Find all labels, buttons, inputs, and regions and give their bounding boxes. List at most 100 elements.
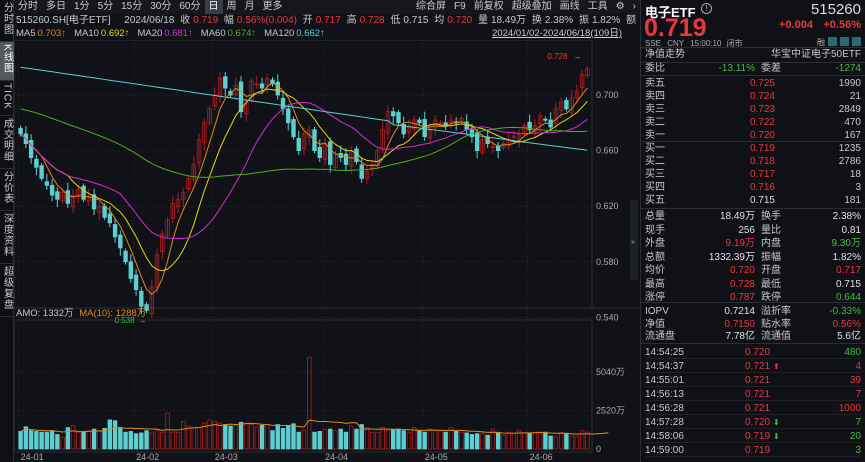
stat-value: 7.78亿	[725, 331, 755, 342]
toolbar-tool-button[interactable]: 工具	[584, 0, 612, 14]
stat-label: 流通盘	[645, 331, 675, 342]
period-tab[interactable]: 周	[223, 0, 241, 14]
bid-row[interactable]: 买一 0.719 1235	[645, 142, 861, 155]
period-tab[interactable]: 更多	[259, 0, 287, 14]
bid-row[interactable]: 买五 0.715 181	[645, 194, 861, 207]
period-tab[interactable]: 分时	[14, 0, 42, 14]
candle-body	[223, 76, 228, 89]
volume-bar	[175, 431, 181, 450]
volume-bar	[558, 431, 564, 450]
tick-time: 14:56:28	[645, 403, 684, 414]
volume-bar	[212, 421, 217, 450]
ma-label: MA5	[16, 28, 36, 39]
ma-value: 0.681↑	[164, 28, 193, 39]
stat-label: 现手	[645, 224, 665, 236]
side-tab[interactable]: 超级复盘	[0, 264, 14, 318]
ask-row[interactable]: 卖二 0.722 470	[645, 116, 861, 129]
avg-label: 均	[434, 15, 445, 26]
period-tab[interactable]: 60分	[175, 0, 204, 14]
toolbar-tool-button[interactable]: 综合屏	[412, 0, 450, 14]
volume-bar	[191, 427, 196, 450]
tick-time: 14:54:37	[645, 361, 684, 372]
candle-body	[139, 290, 144, 307]
candle-body	[259, 83, 265, 89]
divider	[641, 302, 865, 303]
kline-chart[interactable]: 0.700 0.660 0.620 0.580 0.540 24-01 24-02 24-03…	[14, 40, 640, 462]
stat-value: 0.717	[835, 265, 861, 276]
bid-row[interactable]: 买二 0.718 2786	[645, 155, 861, 168]
volume-bar	[422, 431, 427, 450]
volume-bar	[296, 431, 301, 450]
volume-bar	[328, 428, 333, 450]
ask-row[interactable]: 卖三 0.723 2849	[645, 103, 861, 116]
volume-bar	[286, 424, 291, 450]
volume-bar	[49, 430, 55, 450]
info-icon[interactable]: !	[701, 3, 712, 14]
candle-body	[317, 146, 322, 158]
tick-row: 14:54:25 0.720 480	[645, 346, 861, 359]
arrow-up-icon: ⬆	[773, 362, 780, 371]
volume-bar	[270, 430, 275, 450]
tick-price: 0.720	[745, 417, 771, 428]
volume-bar	[532, 431, 538, 450]
x-tick-label: 24-02	[136, 452, 159, 462]
turn-value: 2.38%	[544, 15, 574, 26]
side-tab[interactable]: K线图	[0, 42, 14, 81]
toolbar-tool-button[interactable]: 超级叠加	[508, 0, 556, 14]
side-tab[interactable]: 深度资料	[0, 211, 14, 265]
date-range-selector[interactable]: 2024/01/02-2024/06/18(109日)	[492, 28, 622, 40]
period-tab[interactable]: 月	[241, 0, 259, 14]
volume-bar	[343, 431, 349, 450]
volume-bar	[60, 437, 65, 450]
side-tab[interactable]: 分价表	[0, 169, 14, 212]
nav-trend-link[interactable]: 净值走势	[645, 48, 771, 61]
period-tab[interactable]: 1分	[70, 0, 94, 14]
arrow-down-icon: ⬇	[773, 432, 780, 441]
ma-label: MA10	[74, 28, 99, 39]
period-tab[interactable]: 日	[204, 0, 223, 14]
toolbar-tool-button[interactable]: 前复权	[470, 0, 508, 14]
plus-icon[interactable]	[852, 37, 861, 46]
toolbar-tool-button[interactable]: F9	[450, 0, 470, 14]
volume-bar	[128, 431, 134, 450]
period-tab[interactable]: 30分	[146, 0, 175, 14]
period-tab[interactable]: 15分	[117, 0, 146, 14]
stat-row: 总量 18.49万 换手 2.38%	[645, 210, 861, 223]
side-tab[interactable]: 成交明细	[0, 116, 14, 170]
stat-label: IOPV	[645, 306, 669, 317]
stat-label: 外盘	[645, 238, 665, 249]
stat-label: 内盘	[761, 238, 781, 249]
tick-row: 14:58:06 0.719 ⬇ 20	[645, 430, 861, 443]
tick-volume: 7	[855, 389, 861, 400]
volume-bar	[485, 434, 490, 450]
candle-body	[18, 127, 23, 135]
side-tab[interactable]: TICK	[0, 81, 14, 117]
level-volume: 21	[849, 91, 861, 102]
stat-value: 0.720	[729, 265, 755, 276]
circle-icon[interactable]	[840, 37, 849, 46]
stat-row: 外盘 9.19万 内盘 9.30万	[645, 237, 861, 250]
chg-label: 幅	[223, 15, 234, 26]
side-tab[interactable]: 分时图	[0, 0, 14, 42]
settings-gear-icon[interactable]: ⚙	[612, 0, 629, 14]
ma-line-ma5	[20, 82, 588, 296]
volume-bar	[249, 424, 254, 450]
volume-bar	[464, 432, 469, 450]
stat-value: 9.30万	[831, 238, 861, 249]
candle-body	[391, 111, 396, 117]
chevron-right-icon[interactable]: ›	[629, 0, 640, 14]
pencil-icon[interactable]	[828, 37, 837, 46]
period-tab[interactable]: 多日	[42, 0, 70, 14]
toolbar-tool-button[interactable]: 画线	[556, 0, 584, 14]
side-tab-label: 深度资料	[1, 213, 13, 258]
ask-row[interactable]: 卖五 0.725 1990	[645, 77, 861, 90]
bid-row[interactable]: 买三 0.717 18	[645, 168, 861, 181]
amo-value: AMO: 1332万	[16, 308, 74, 319]
bid-row[interactable]: 买四 0.716 3	[645, 181, 861, 194]
period-tab[interactable]: 5分	[94, 0, 118, 14]
volume-bar	[333, 430, 338, 450]
ma-label: MA120	[264, 28, 295, 39]
level-price: 0.723	[749, 104, 775, 115]
ask-row[interactable]: 卖四 0.724 21	[645, 90, 861, 103]
double-chevron-right-icon[interactable]: »	[631, 239, 635, 246]
